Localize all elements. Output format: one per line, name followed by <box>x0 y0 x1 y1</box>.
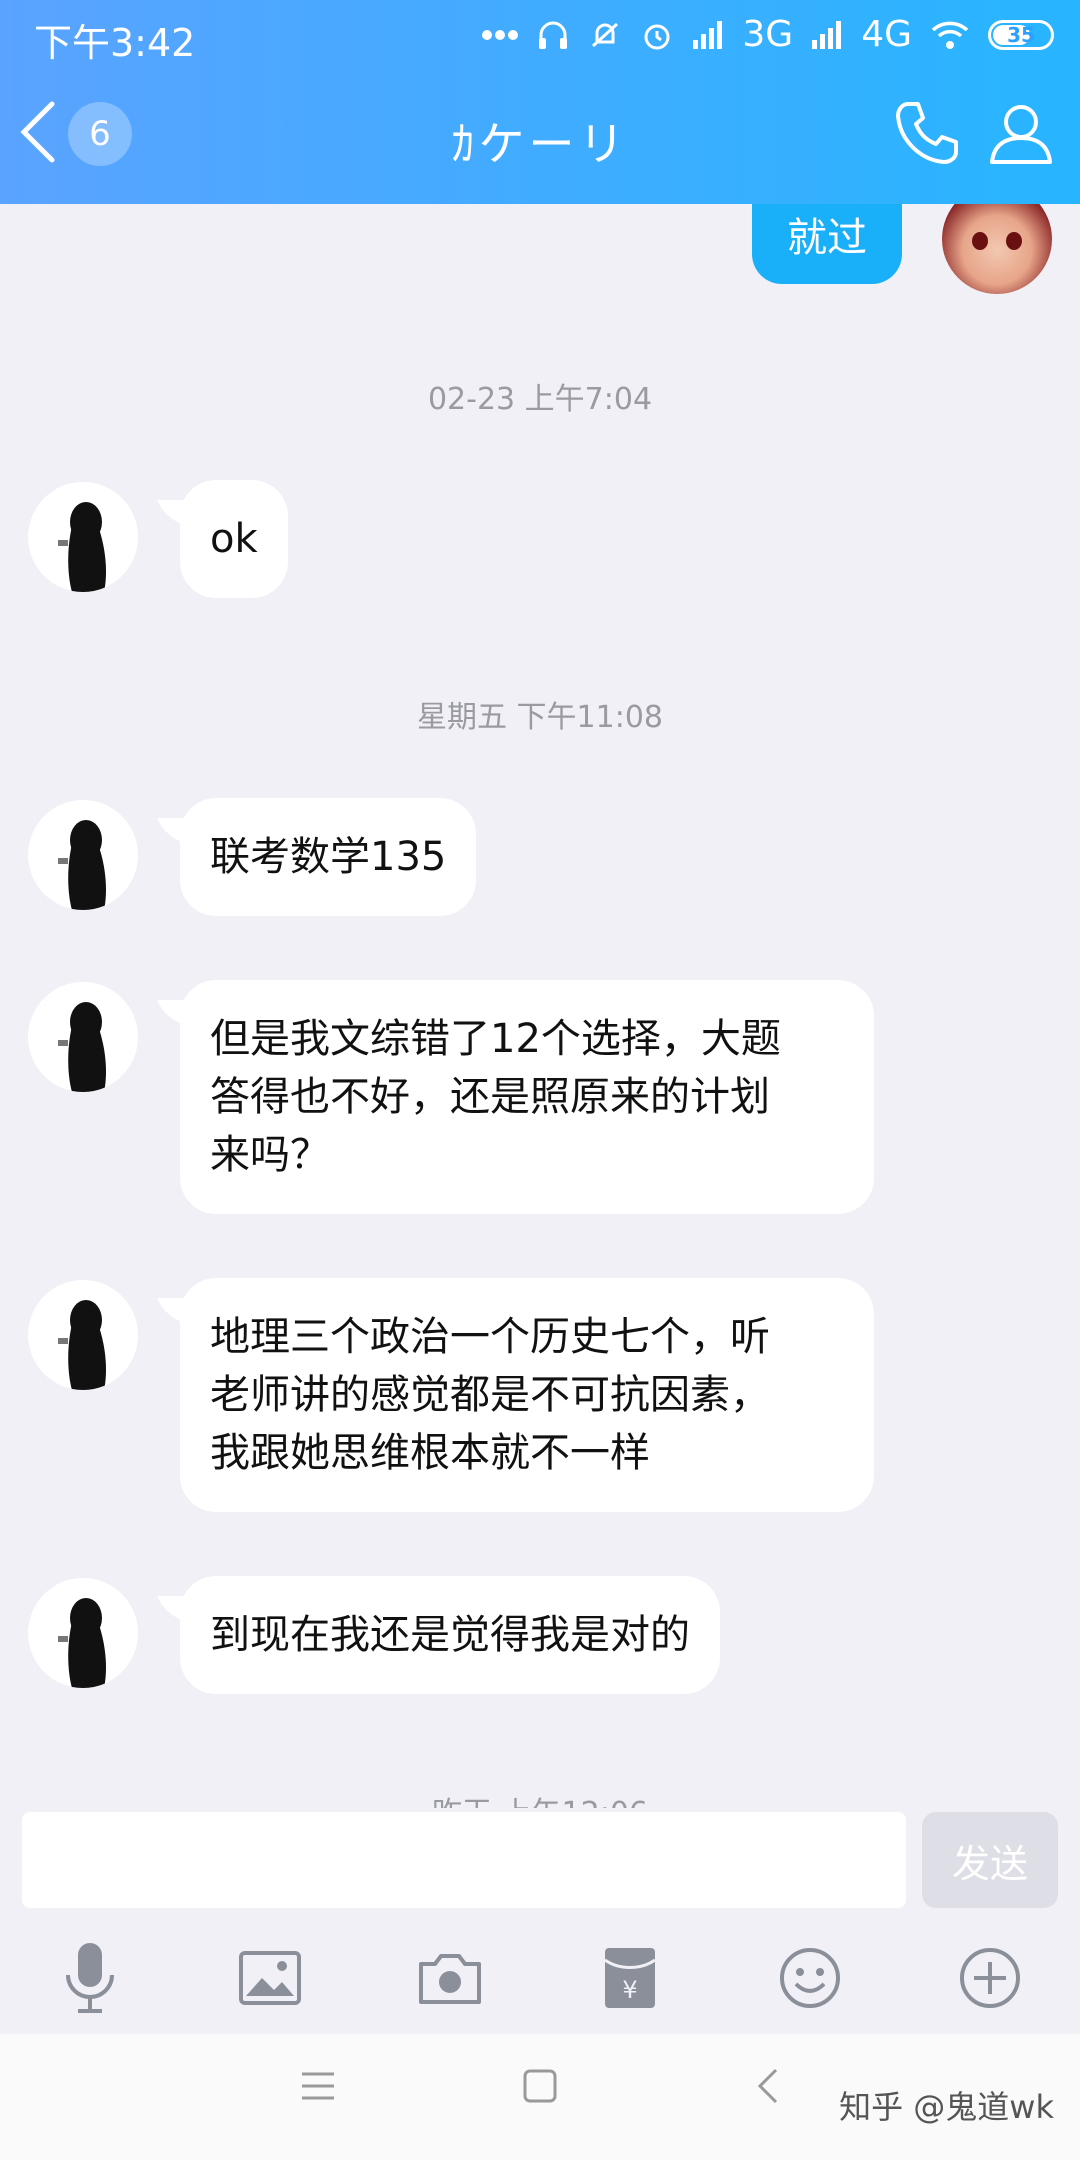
chat-header: 下午3:42 3G 4G 35 6 ｶケーリ <box>0 0 1080 204</box>
nav-bar: 6 ｶケーリ <box>0 72 1080 204</box>
contact-avatar[interactable] <box>28 1280 138 1390</box>
alarm-icon <box>640 18 674 52</box>
home-square-icon <box>523 2069 557 2103</box>
message-bubble[interactable]: ok <box>180 480 288 598</box>
contact-avatar[interactable] <box>28 1578 138 1688</box>
contact-avatar[interactable] <box>28 800 138 910</box>
message-bubble[interactable]: 到现在我还是觉得我是对的 <box>180 1576 720 1694</box>
home-button[interactable] <box>522 2068 558 2108</box>
avatar-figure-icon <box>58 1598 106 1688</box>
call-button[interactable] <box>892 98 962 172</box>
message-bubble[interactable]: 但是我文综错了12个选择，大题 答得也不好，还是照原来的计划 来吗？ <box>180 980 874 1214</box>
message-text: ok <box>210 516 258 562</box>
send-button[interactable]: 发送 <box>922 1812 1058 1908</box>
red-packet-icon[interactable]: ¥ <box>588 1936 672 2020</box>
timestamp: 02-23 上午7:04 <box>427 382 653 417</box>
more-dots-icon <box>482 29 519 41</box>
message-text: 联考数学135 <box>210 834 447 880</box>
message-text: 老师讲的感觉都是不可抗因素， <box>210 1372 770 1418</box>
menu-button[interactable] <box>300 2068 336 2108</box>
status-time: 下午3:42 <box>34 21 196 65</box>
system-nav-bar: 知乎 @鬼道wk <box>0 2034 1080 2160</box>
signal-icon <box>811 20 843 50</box>
avatar-figure-icon <box>58 1002 106 1092</box>
input-toolbar: ¥ <box>0 1924 1080 2034</box>
mute-bell-icon <box>588 18 622 52</box>
avatar-figure-icon <box>58 820 106 910</box>
system-back-button[interactable] <box>756 2068 780 2108</box>
message-text: 来吗？ <box>210 1132 330 1178</box>
outgoing-message-bubble[interactable]: 就过 <box>752 204 902 284</box>
contact-avatar[interactable] <box>28 982 138 1092</box>
battery-icon: 35 <box>988 19 1054 50</box>
message-text: 但是我文综错了12个选择，大题 <box>210 1016 781 1062</box>
watermark: 知乎 @鬼道wk <box>839 2088 1054 2126</box>
image-icon[interactable] <box>228 1936 312 2020</box>
profile-button[interactable] <box>986 98 1056 172</box>
headphones-icon <box>536 18 570 52</box>
wifi-icon <box>930 20 970 50</box>
message-bubble[interactable]: 联考数学135 <box>180 798 477 916</box>
timestamp: 星期五 下午11:08 <box>417 700 663 735</box>
message-text: 我跟她思维根本就不一样 <box>210 1430 650 1476</box>
avatar-figure-icon <box>58 1300 106 1390</box>
avatar-figure-icon <box>58 502 106 592</box>
contact-avatar[interactable] <box>28 482 138 592</box>
network-4g: 4G <box>861 14 912 55</box>
message-text: 到现在我还是觉得我是对的 <box>210 1612 690 1658</box>
phone-icon <box>892 102 962 172</box>
message-text: 地理三个政治一个历史七个，听 <box>210 1314 770 1360</box>
status-bar: 下午3:42 3G 4G 35 <box>0 0 1080 72</box>
message-input[interactable] <box>22 1812 906 1908</box>
microphone-icon[interactable] <box>48 1936 132 2020</box>
menu-icon <box>302 2072 334 2100</box>
status-icons: 3G 4G 35 <box>482 14 1054 55</box>
timestamp: 昨天 上午12:06 <box>0 1788 1080 1808</box>
person-icon <box>986 105 1056 172</box>
svg-text:¥: ¥ <box>622 1976 637 2004</box>
camera-icon[interactable] <box>408 1936 492 2020</box>
message-list[interactable]: 就过 02-23 上午7:04 ok 星期五 下午11:08 联考数学135 但… <box>0 204 1080 1808</box>
plus-icon[interactable] <box>948 1936 1032 2020</box>
self-avatar[interactable] <box>942 204 1052 294</box>
message-text: 答得也不好，还是照原来的计划 <box>210 1074 770 1120</box>
emoji-icon[interactable] <box>768 1936 852 2020</box>
input-bar: 发送 <box>0 1808 1080 1924</box>
back-chevron-icon <box>757 2068 778 2104</box>
network-3g: 3G <box>742 14 794 55</box>
signal-icon <box>692 20 724 50</box>
message-bubble[interactable]: 地理三个政治一个历史七个，听 老师讲的感觉都是不可抗因素， 我跟她思维根本就不一… <box>180 1278 874 1512</box>
